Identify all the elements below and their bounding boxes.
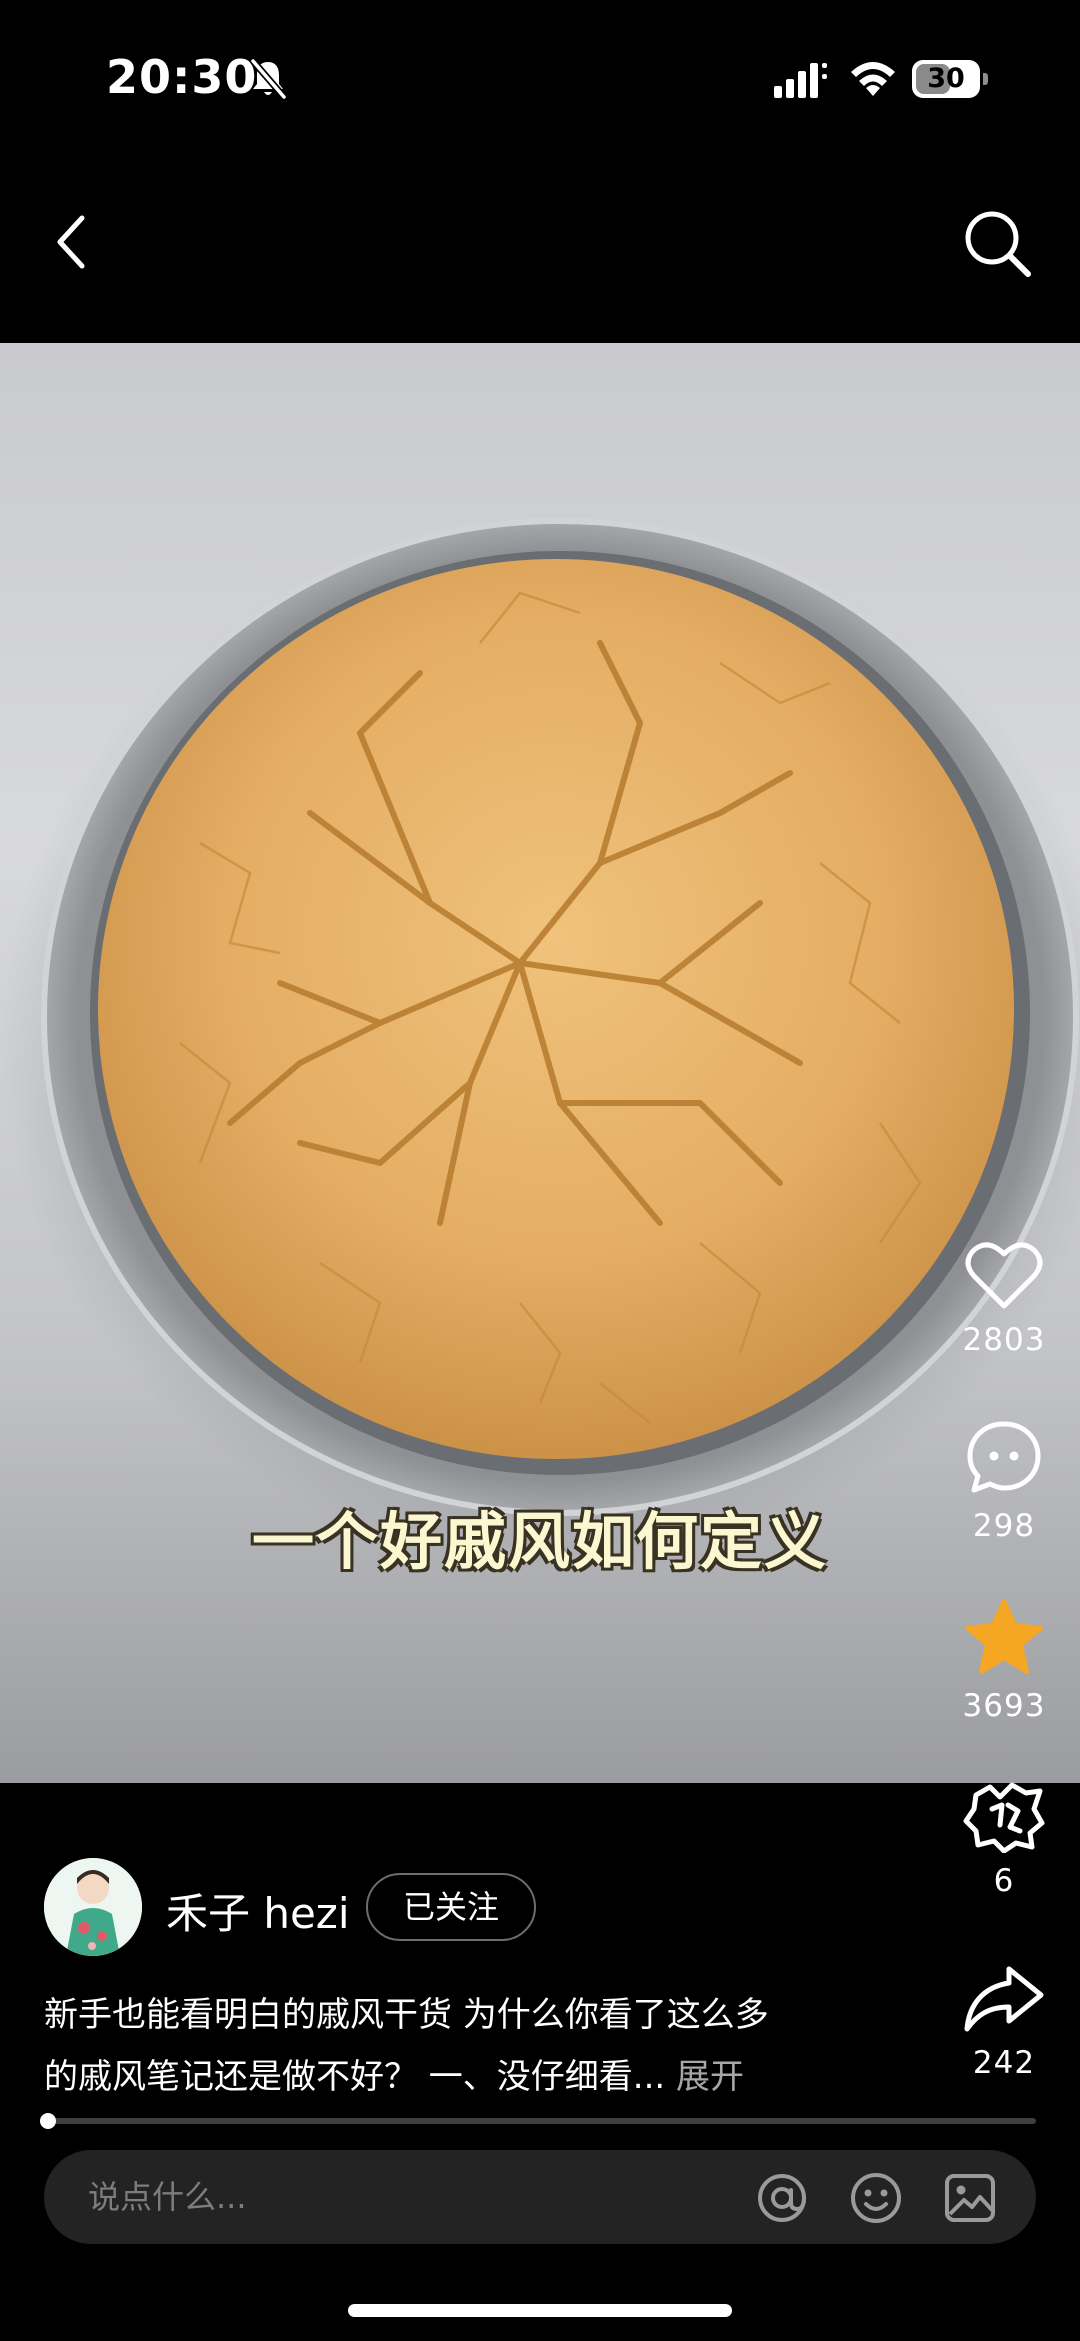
heart-icon xyxy=(965,1242,1043,1309)
at-icon[interactable] xyxy=(754,2170,810,2226)
description-line-2: 的戚风笔记还是做不好？ 一、没仔细看... xyxy=(44,2057,666,2097)
signal-icon xyxy=(774,63,827,98)
reward-icon xyxy=(963,1782,1045,1853)
search-button[interactable] xyxy=(960,206,1034,280)
back-button[interactable] xyxy=(42,204,102,280)
bell-slash-icon xyxy=(250,58,287,100)
like-count: 2803 xyxy=(962,1322,1046,1358)
battery-level: 30 xyxy=(927,63,965,94)
comment-button[interactable]: 298 xyxy=(948,1418,1060,1544)
share-arrow-icon xyxy=(964,1966,1044,2032)
battery-icon: 30 xyxy=(912,60,988,98)
share-button[interactable]: 242 xyxy=(948,1963,1060,2081)
description-line-1: 新手也能看明白的戚风干货 为什么你看了这么多 xyxy=(44,1995,769,2035)
author-avatar[interactable] xyxy=(44,1858,142,1956)
video-player[interactable]: 一个好戚风如何定义 xyxy=(0,343,1080,1783)
home-indicator[interactable] xyxy=(348,2304,732,2317)
image-icon[interactable] xyxy=(942,2170,998,2226)
video-progress-track[interactable] xyxy=(44,2118,1036,2124)
video-subtitle: 一个好戚风如何定义 xyxy=(251,1505,828,1578)
comment-bubble-icon xyxy=(967,1421,1041,1493)
emoji-icon[interactable] xyxy=(848,2170,904,2226)
note-video-page: 20:30 30 一个好戚风如何定义 2803 298 3693 6 242 禾… xyxy=(0,0,1080,2341)
status-bar: 20:30 30 xyxy=(0,0,1080,160)
favorite-count: 3693 xyxy=(962,1688,1046,1724)
follow-button[interactable]: 已关注 xyxy=(366,1873,536,1941)
comment-bar xyxy=(44,2150,1036,2244)
video-progress-thumb[interactable] xyxy=(40,2113,56,2129)
like-button[interactable]: 2803 xyxy=(948,1238,1060,1358)
search-icon xyxy=(965,211,1031,277)
note-description[interactable]: 新手也能看明白的戚风干货 为什么你看了这么多 的戚风笔记还是做不好？ 一、没仔细… xyxy=(44,1984,888,2108)
comment-count: 298 xyxy=(972,1508,1036,1544)
comment-input[interactable] xyxy=(88,2150,728,2244)
chevron-left-icon xyxy=(57,215,85,269)
star-icon xyxy=(965,1599,1043,1674)
reward-count: 6 xyxy=(993,1863,1015,1899)
wifi-icon xyxy=(851,62,895,96)
share-count: 242 xyxy=(972,2045,1036,2081)
description-line-2-wrap: 的戚风笔记还是做不好？ 一、没仔细看... 展开 xyxy=(44,2046,888,2108)
avatar-illustration xyxy=(44,1858,142,1956)
expand-link[interactable]: 展开 xyxy=(676,2057,744,2097)
favorite-button[interactable]: 3693 xyxy=(948,1598,1060,1724)
reward-button[interactable]: 6 xyxy=(948,1781,1060,1899)
author-name[interactable]: 禾子 hezi xyxy=(166,1880,350,1941)
status-time: 20:30 xyxy=(106,50,258,104)
